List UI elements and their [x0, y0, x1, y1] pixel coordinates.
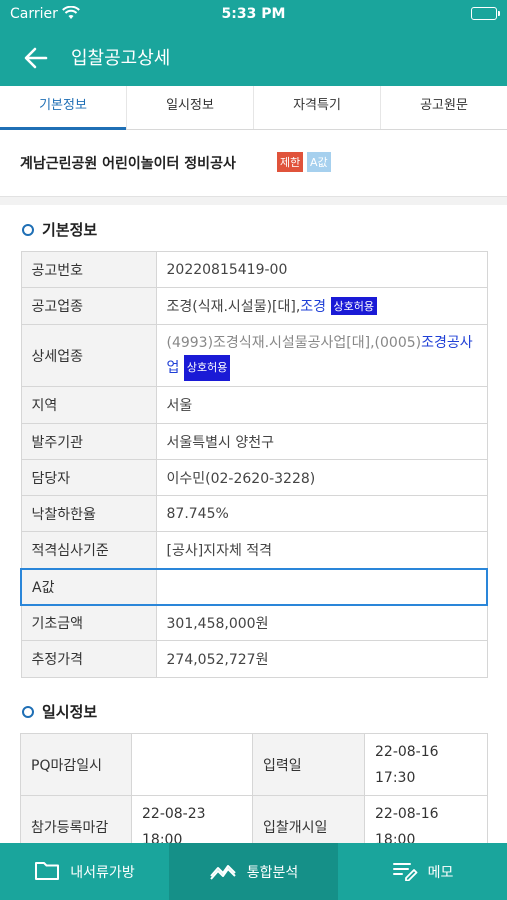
region-value: 서울	[155, 386, 488, 424]
category-link[interactable]: 조경	[300, 299, 326, 315]
nav-integrated-analysis[interactable]: 통합분석	[169, 843, 338, 900]
notice-number-value: 20220815419-00	[155, 251, 488, 288]
tab-basic-info[interactable]: 기본정보	[0, 86, 127, 130]
table-row: 지역 서울	[20, 386, 488, 424]
table-row[interactable]: A값	[20, 567, 488, 606]
row-label: 발주기관	[20, 423, 157, 460]
row-label: 기초금액	[20, 604, 157, 641]
date-text: 22-08-16	[375, 743, 439, 760]
date-text: 22-08-16	[375, 805, 439, 822]
circle-bullet-icon	[22, 706, 34, 718]
table-row: PQ마감일시 입력일 22-08-16 17:30	[20, 733, 488, 796]
tab-original-notice[interactable]: 공고원문	[381, 86, 507, 129]
notice-title: 계남근린공원 어린이놀이터 정비공사	[20, 156, 236, 172]
agency-value: 서울특별시 양천구	[155, 423, 488, 460]
table-row: 기초금액 301,458,000원	[20, 604, 488, 641]
row-label: PQ마감일시	[20, 733, 132, 796]
app-bar: 입찰공고상세	[0, 30, 507, 86]
row-label: 공고업종	[20, 287, 157, 325]
schedule-value	[131, 733, 253, 796]
row-label: 낙찰하한율	[20, 495, 157, 532]
circle-bullet-icon	[22, 224, 34, 236]
estimate-value: 274,052,727원	[155, 640, 488, 678]
mutual-allow-badge: 상호허용	[330, 297, 377, 315]
mutual-allow-badge: 상호허용	[183, 354, 231, 381]
category-prefix: 조경(식재.시설물)[대],	[166, 299, 301, 315]
bottom-nav: 내서류가방 통합분석 메모	[0, 843, 507, 900]
nav-memo[interactable]: 메모	[338, 843, 507, 900]
row-label: A값	[20, 567, 157, 606]
date-text: 22-08-23	[142, 805, 206, 822]
schedule-heading: 일시정보	[22, 701, 97, 722]
table-row: 공고번호 20220815419-00	[20, 251, 488, 288]
schedule-value: 22-08-16 17:30	[364, 733, 488, 796]
base-amount-value: 301,458,000원	[155, 604, 488, 641]
manager-value: 이수민(02-2620-3228)	[155, 459, 488, 496]
clock-time: 5:33 PM	[221, 6, 286, 22]
table-row: 발주기관 서울특별시 양천구	[20, 423, 488, 460]
nav-my-documents[interactable]: 내서류가방	[0, 843, 169, 900]
row-label: 추정가격	[20, 640, 157, 678]
a-value-badge: A값	[307, 152, 331, 172]
basic-info-heading: 기본정보	[22, 219, 97, 240]
table-row: 담당자 이수민(02-2620-3228)	[20, 459, 488, 496]
table-row: 공고업종 조경(식재.시설물)[대],조경 상호허용	[20, 287, 488, 325]
schedule-table: PQ마감일시 입력일 22-08-16 17:30 참가등록마감 22-08-23…	[20, 733, 488, 858]
divider	[0, 197, 507, 205]
notice-title-bar: 계남근린공원 어린이놀이터 정비공사 제한 A값	[0, 131, 507, 197]
time-text: 17:30	[375, 769, 416, 786]
battery-icon	[471, 7, 500, 20]
table-row: 상세업종 (4993)조경식재.시설물공사업[대],(0005)조경공사업 상호…	[20, 324, 488, 387]
tab-qualification[interactable]: 자격특기	[254, 86, 381, 129]
basic-info-heading-text: 기본정보	[42, 221, 98, 239]
memo-edit-icon	[392, 859, 418, 885]
category-value: 조경(식재.시설물)[대],조경 상호허용	[155, 287, 488, 325]
row-label: 지역	[20, 386, 157, 424]
analysis-chart-icon	[209, 860, 237, 884]
detail-category-prefix: (4993)조경식재.시설물공사업[대],(0005)	[166, 334, 422, 351]
limit-badge: 제한	[277, 152, 304, 172]
nav-label: 메모	[427, 864, 454, 881]
detail-category-value: (4993)조경식재.시설물공사업[대],(0005)조경공사업 상호허용	[155, 324, 488, 387]
folder-icon	[34, 859, 60, 885]
schedule-heading-text: 일시정보	[42, 703, 98, 721]
table-row: 낙찰하한율 87.745%	[20, 495, 488, 532]
tab-bar: 기본정보 일시정보 자격특기 공고원문	[0, 86, 507, 130]
row-label: 적격심사기준	[20, 531, 157, 569]
table-row: 추정가격 274,052,727원	[20, 640, 488, 678]
back-arrow-icon[interactable]	[22, 44, 50, 72]
row-label: 담당자	[20, 459, 157, 496]
basic-info-table: 공고번호 20220815419-00 공고업종 조경(식재.시설물)[대],조…	[20, 251, 488, 678]
a-value-value	[155, 567, 488, 606]
status-bar: Carrier 5:33 PM	[0, 0, 507, 30]
nav-label: 통합분석	[246, 864, 299, 881]
page-title: 입찰공고상세	[71, 48, 171, 69]
row-label: 상세업종	[20, 324, 157, 387]
table-row: 적격심사기준 [공사]지자체 적격	[20, 531, 488, 569]
qualification-value: [공사]지자체 적격	[155, 531, 488, 569]
row-label: 입력일	[252, 733, 365, 796]
row-label: 공고번호	[20, 251, 157, 288]
min-rate-value: 87.745%	[155, 495, 488, 532]
tab-schedule-info[interactable]: 일시정보	[127, 86, 254, 129]
nav-label: 내서류가방	[70, 864, 135, 881]
